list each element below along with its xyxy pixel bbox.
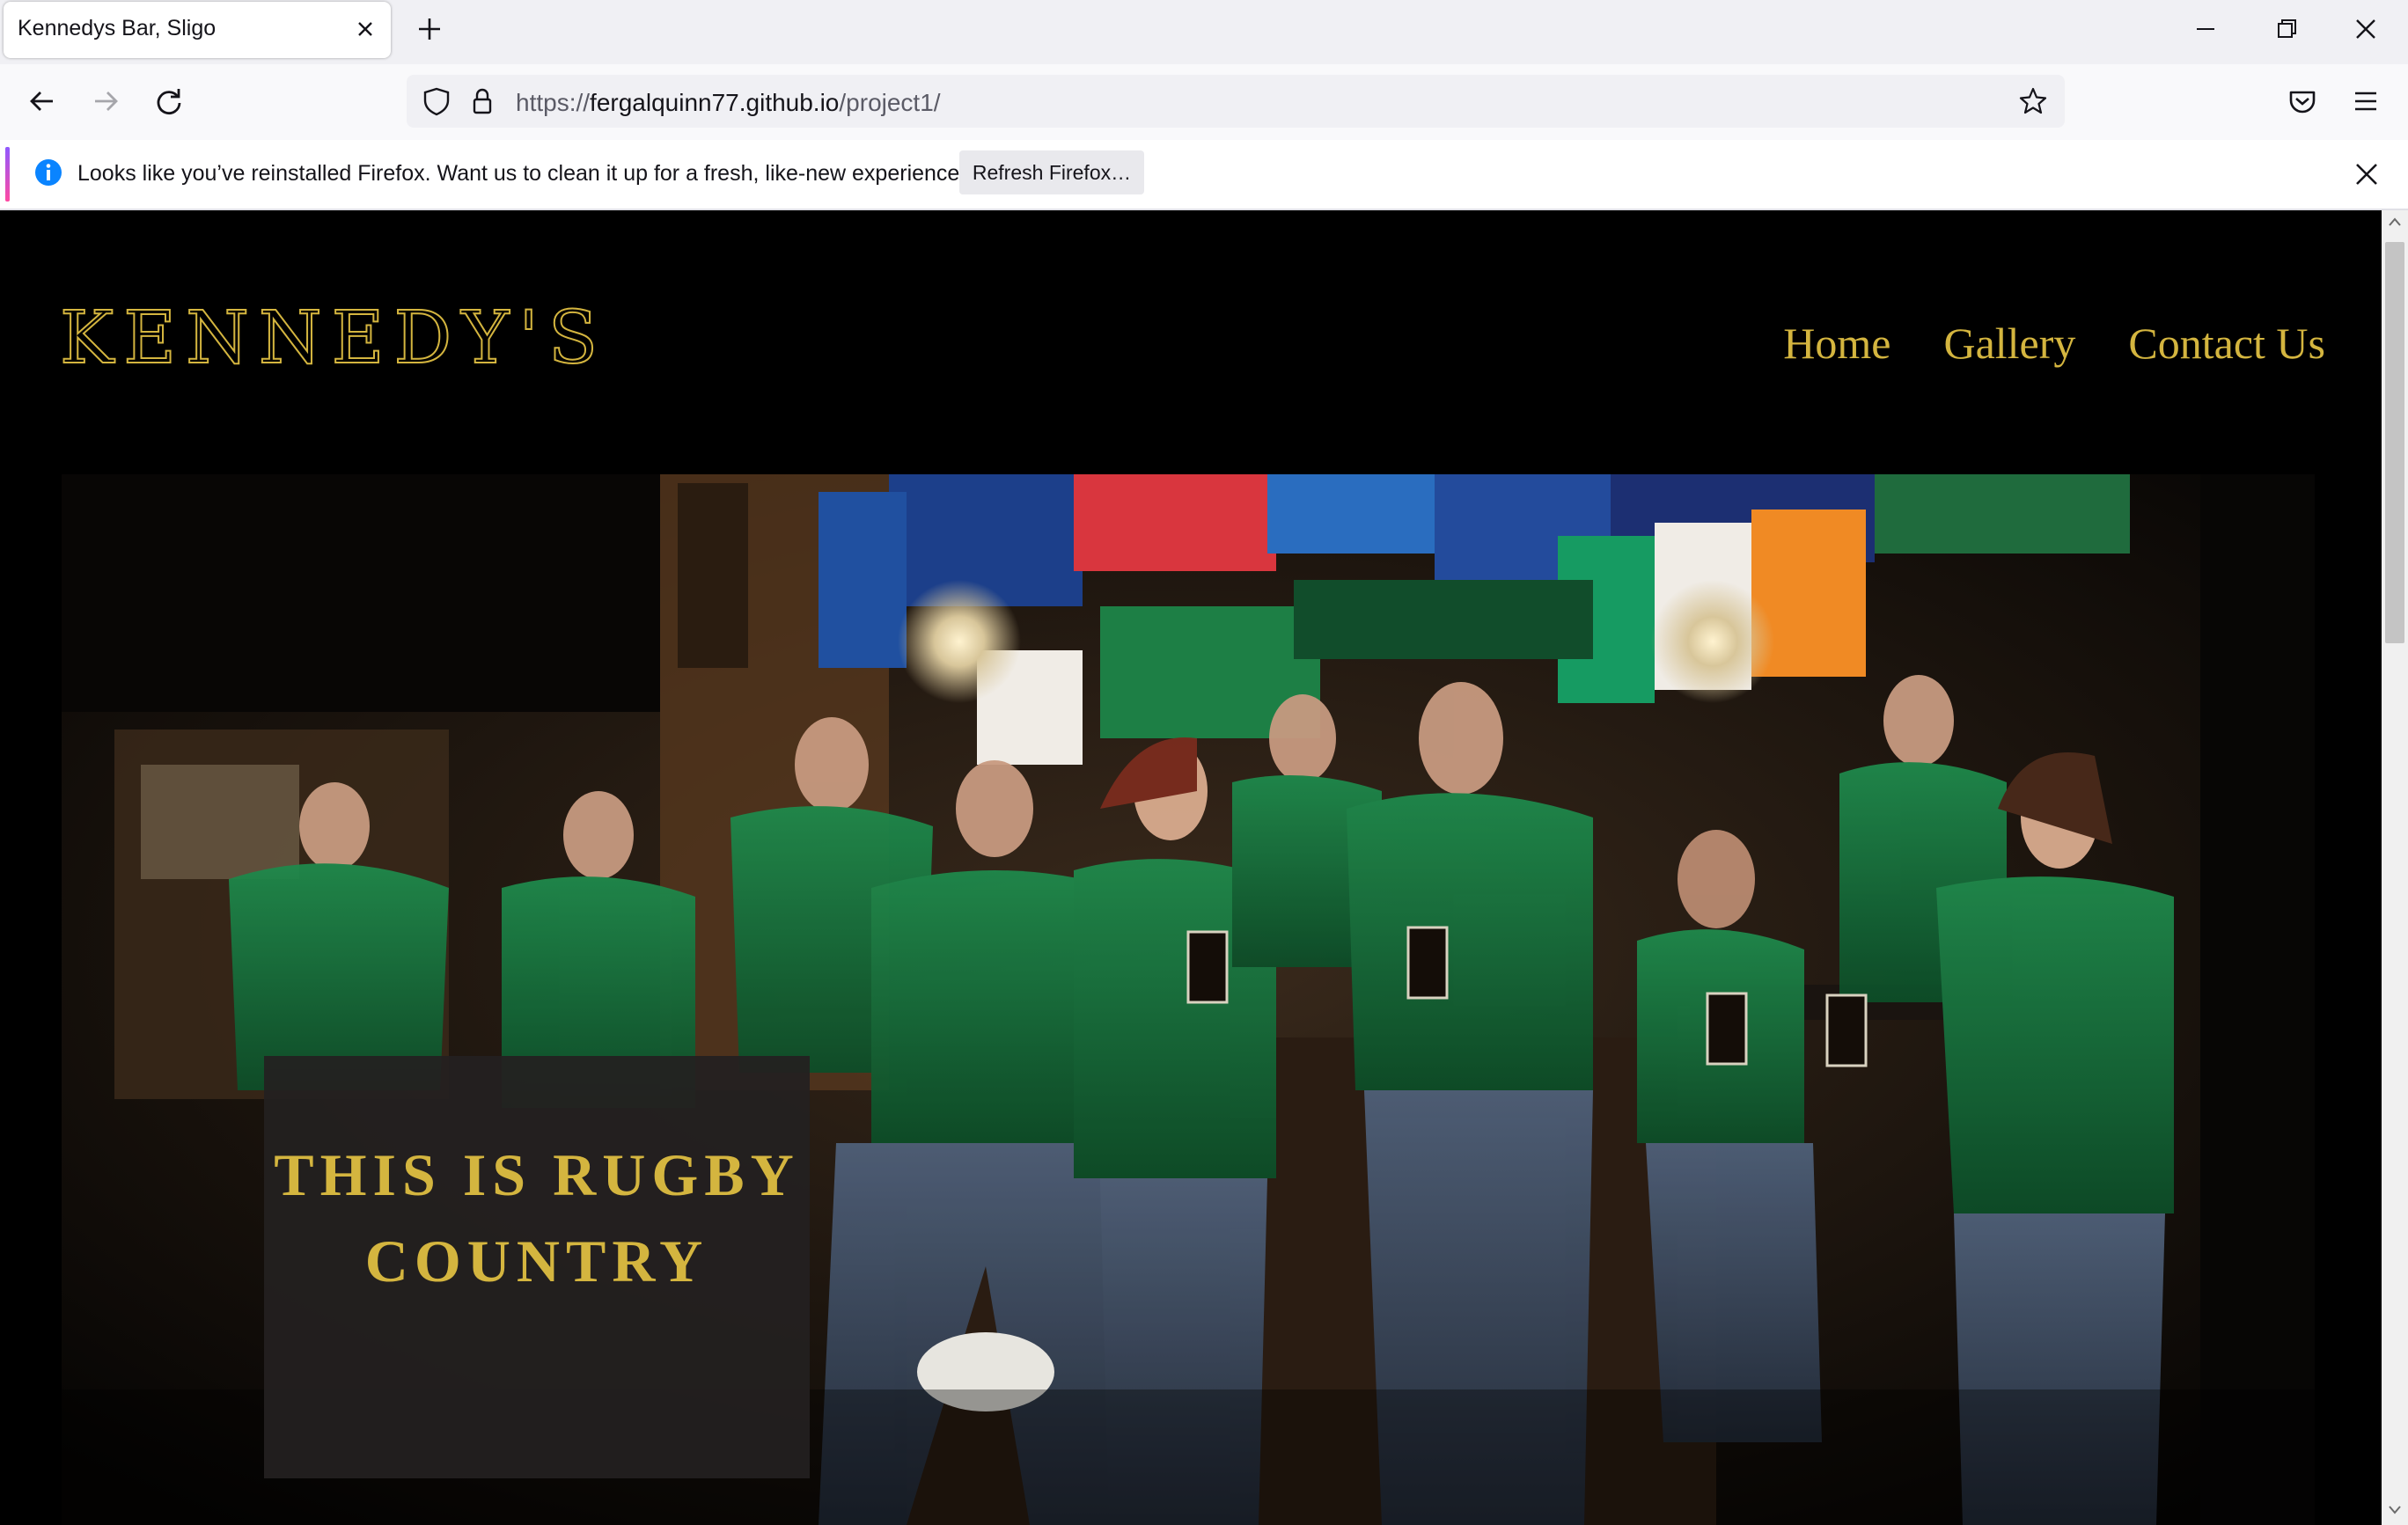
scroll-up-arrow-icon[interactable] [2389, 217, 2401, 226]
notification-bar: Looks like you’ve reinstalled Firefox. W… [0, 140, 2408, 210]
nav-link-contact-us[interactable]: Contact Us [2128, 318, 2325, 369]
close-tab-icon[interactable] [352, 16, 378, 42]
nav-link-home[interactable]: Home [1783, 318, 1890, 369]
notification-message: Looks like you’ve reinstalled Firefox. W… [77, 161, 973, 186]
site-nav: Home Gallery Contact Us [1783, 318, 2325, 369]
scrollbar-thumb[interactable] [2385, 242, 2404, 643]
minimize-icon[interactable] [2188, 11, 2223, 47]
hamburger-menu-icon[interactable] [2348, 84, 2383, 119]
back-arrow-icon[interactable] [25, 84, 60, 119]
url-host: fergalquinn77.github.io [590, 89, 840, 116]
forward-arrow-icon[interactable] [88, 84, 123, 119]
page-scrollbar[interactable] [2382, 210, 2408, 1525]
page-viewport: KENNEDY'S Home Gallery Contact Us THIS I… [0, 210, 2408, 1525]
site-logo[interactable]: KENNEDY'S [59, 296, 607, 381]
close-window-icon[interactable] [2348, 11, 2383, 47]
address-bar[interactable]: https://fergalquinn77.github.io/project1… [407, 75, 2065, 128]
lock-icon[interactable] [466, 85, 498, 117]
url-path: /project1/ [839, 89, 941, 116]
close-notification-icon[interactable] [2352, 159, 2382, 189]
navigation-toolbar: https://fergalquinn77.github.io/project1… [0, 64, 2408, 140]
bookmark-star-icon[interactable] [2017, 85, 2049, 117]
hero-caption-line-1: THIS IS RUGBY [274, 1141, 800, 1208]
info-icon [35, 159, 62, 186]
url-scheme: https:// [516, 89, 591, 116]
tab-title: Kennedys Bar, Sligo [18, 16, 217, 40]
restore-icon[interactable] [2269, 11, 2304, 47]
hero-caption-box: THIS IS RUGBY COUNTRY [264, 1056, 810, 1478]
hero-caption: THIS IS RUGBY COUNTRY [264, 1132, 810, 1304]
shield-icon[interactable] [421, 85, 452, 117]
nav-link-gallery[interactable]: Gallery [1943, 318, 2075, 369]
url-text[interactable]: https://fergalquinn77.github.io/project1… [516, 89, 941, 117]
reload-icon[interactable] [151, 84, 187, 119]
tab-strip: Kennedys Bar, Sligo [0, 0, 2408, 64]
hero-caption-line-2: COUNTRY [364, 1228, 709, 1294]
browser-tab[interactable]: Kennedys Bar, Sligo [4, 2, 391, 58]
scroll-down-arrow-icon[interactable] [2389, 1506, 2401, 1514]
refresh-firefox-button[interactable]: Refresh Firefox… [959, 150, 1144, 194]
pocket-icon[interactable] [2285, 84, 2320, 119]
new-tab-icon[interactable] [414, 13, 445, 45]
